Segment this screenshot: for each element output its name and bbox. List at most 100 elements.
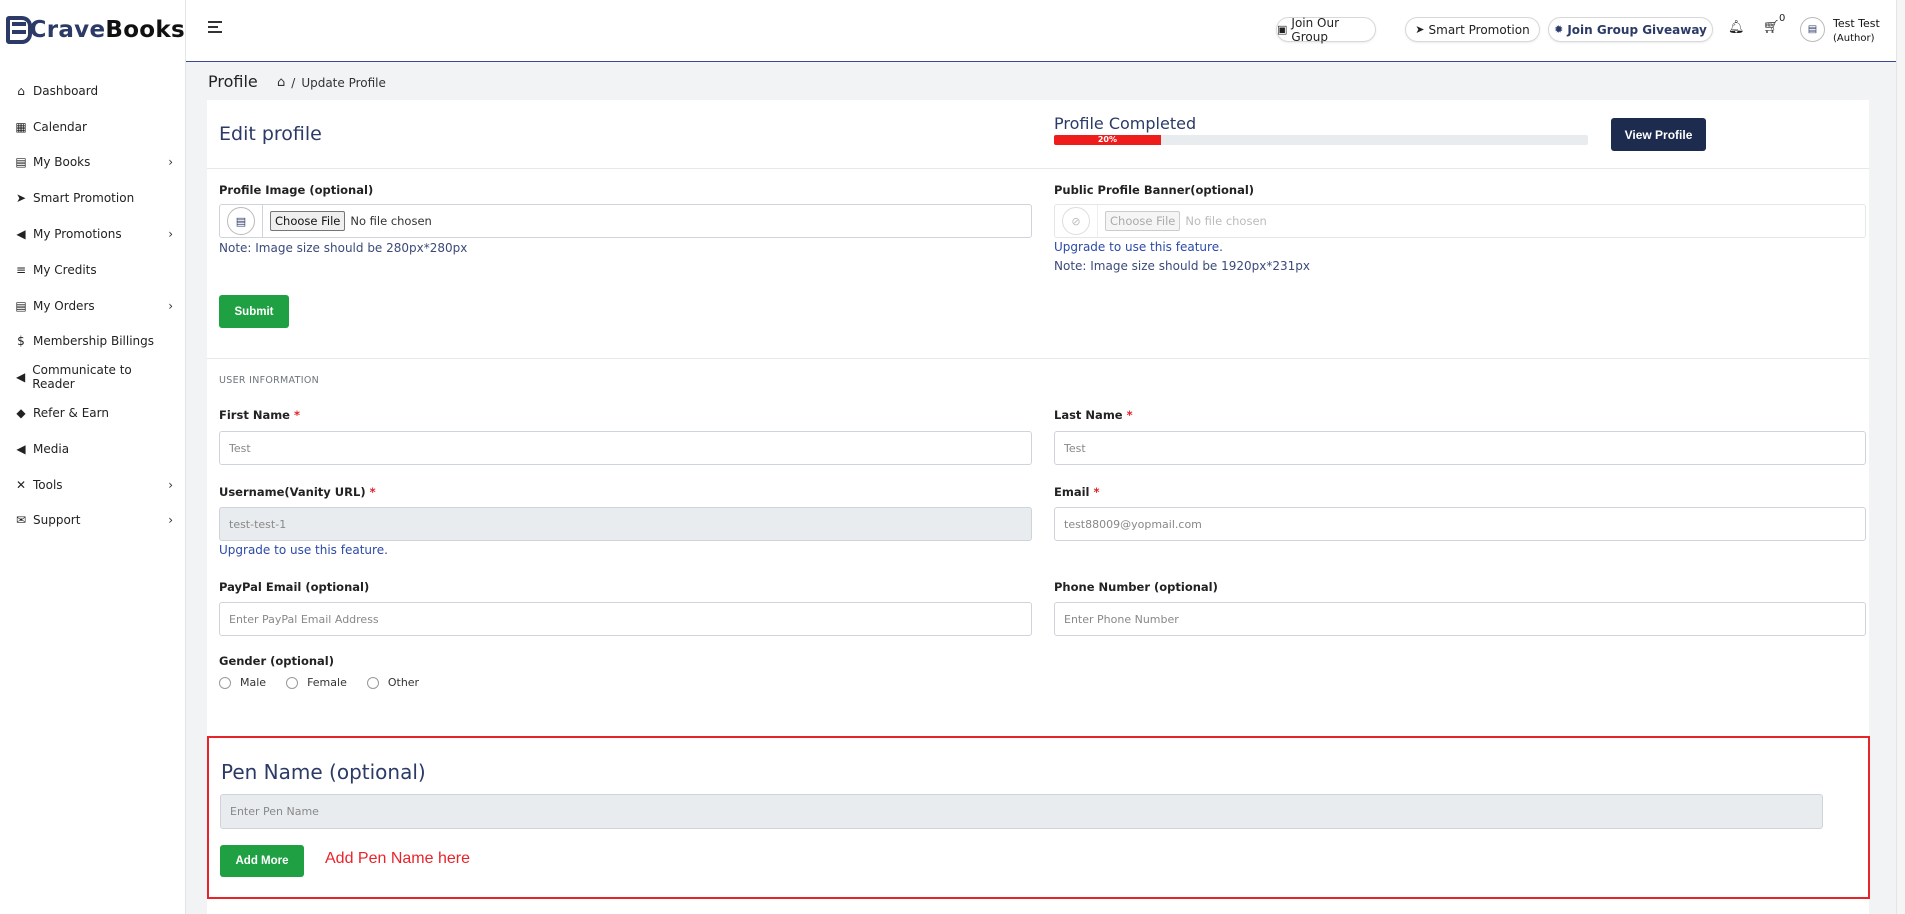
home-icon[interactable]: ⌂: [277, 75, 285, 90]
sidebar-item-tools[interactable]: ✕ Tools ›: [0, 467, 185, 503]
megaphone-icon: ◀: [16, 227, 26, 242]
profile-completed-title: Profile Completed: [1054, 114, 1197, 133]
pen-name-annotation: Add Pen Name here: [325, 850, 470, 867]
file-status: No file chosen: [350, 214, 432, 228]
banner-upload: ⊘ Choose File No file chosen: [1054, 204, 1866, 238]
sidebar-item-label: Tools: [33, 477, 63, 492]
email-label: Email *: [1054, 485, 1100, 499]
sidebar-item-support[interactable]: ✉ Support ›: [0, 503, 185, 539]
profile-image-note: Note: Image size should be 280px*280px: [219, 241, 468, 255]
radio-male[interactable]: [219, 676, 231, 689]
gender-male-option[interactable]: Male: [219, 676, 266, 689]
sidebar-nav: ⌂ Dashboard ▦ Calendar ▤ My Books › ➤ Smart Prom…: [0, 73, 185, 538]
chevron-right-icon: ›: [168, 513, 173, 528]
paper-plane-icon: ➤: [1415, 23, 1425, 36]
book-icon: ▤: [15, 155, 27, 170]
profile-image-label: Profile Image (optional): [219, 183, 374, 197]
cart-icon[interactable]: 🛒︎: [1763, 20, 1780, 35]
user-menu[interactable]: Test Test (Author): [1833, 16, 1880, 46]
profile-progress-fill: 20%: [1054, 135, 1161, 145]
sidebar-item-communicate-to-reader[interactable]: ◀ Communicate to Reader: [0, 359, 185, 395]
sidebar-item-label: My Credits: [33, 262, 97, 277]
choose-file-button[interactable]: Choose File: [270, 211, 346, 231]
sidebar-item-label: Smart Promotion: [33, 191, 135, 206]
banner-label: Public Profile Banner(optional): [1054, 183, 1255, 197]
first-name-input[interactable]: Test: [219, 431, 1032, 465]
gear-icon: ✹: [1554, 23, 1564, 36]
username-input: test-test-1: [219, 507, 1032, 541]
gender-other-option[interactable]: Other: [366, 676, 419, 689]
edit-profile-title: Edit profile: [219, 123, 322, 145]
view-profile-button[interactable]: View Profile: [1611, 118, 1706, 151]
calendar-icon: ▦: [15, 119, 27, 134]
sidebar-item-my-credits[interactable]: ≡ My Credits: [0, 252, 185, 288]
paper-plane-icon: ➤: [15, 191, 27, 206]
sidebar-item-dashboard[interactable]: ⌂ Dashboard: [0, 73, 185, 109]
phone-input[interactable]: Enter Phone Number: [1054, 602, 1866, 636]
tools-icon: ✕: [15, 477, 27, 492]
gender-radio-group: Male Female Other: [219, 676, 439, 689]
orders-icon: ▤: [15, 298, 27, 313]
sidebar-item-label: Dashboard: [33, 83, 99, 98]
sidebar-item-smart-promotion[interactable]: ➤ Smart Promotion: [0, 180, 185, 216]
sidebar-item-media[interactable]: ◀ Media: [0, 431, 185, 467]
sidebar-item-calendar[interactable]: ▦ Calendar: [0, 109, 185, 145]
giveaway-button[interactable]: ✹ Join Group Giveaway: [1548, 17, 1713, 42]
sidebar-item-my-orders[interactable]: ▤ My Orders ›: [0, 288, 185, 324]
coins-icon: ≡: [15, 262, 27, 277]
banner-choose-file-button: Choose File: [1105, 211, 1181, 231]
add-more-button[interactable]: Add More: [220, 845, 304, 877]
menu-toggle-icon[interactable]: [208, 21, 222, 33]
logo-icon: [4, 15, 32, 45]
email-input[interactable]: test88009@yopmail.com: [1054, 507, 1866, 541]
profile-progress-bar: 20%: [1054, 135, 1588, 145]
chevron-right-icon: ›: [168, 477, 173, 492]
bell-icon[interactable]: 🔔︎: [1728, 20, 1745, 35]
sidebar-item-refer-earn[interactable]: ◆ Refer & Earn: [0, 395, 185, 431]
submit-button[interactable]: Submit: [219, 295, 289, 328]
banner-upgrade-link[interactable]: Upgrade to use this feature.: [1054, 240, 1223, 254]
gender-female-option[interactable]: Female: [286, 676, 347, 689]
volume-icon: ◀: [16, 441, 26, 456]
last-name-input[interactable]: Test: [1054, 431, 1866, 465]
profile-image-upload[interactable]: ▤ Choose File No file chosen: [219, 204, 1032, 238]
sidebar-item-label: My Promotions: [33, 227, 122, 242]
avatar[interactable]: ▤: [1800, 17, 1825, 42]
store-icon: ⌂: [17, 83, 25, 98]
sidebar-item-label: My Books: [33, 155, 91, 170]
username-label: Username(Vanity URL) *: [219, 485, 376, 499]
chevron-right-icon: ›: [168, 227, 173, 242]
sidebar-item-label: Communicate to Reader: [32, 363, 132, 392]
join-group-button[interactable]: ▣ Join Our Group: [1276, 16, 1376, 44]
username-upgrade-link[interactable]: Upgrade to use this feature.: [219, 543, 388, 557]
last-name-label: Last Name *: [1054, 408, 1133, 422]
bullhorn-icon: ◀: [15, 370, 26, 385]
banner-note: Note: Image size should be 1920px*231px: [1054, 259, 1311, 273]
user-information-heading: USER INFORMATION: [219, 375, 320, 386]
chevron-right-icon: ›: [168, 298, 173, 313]
gem-icon: ◆: [16, 406, 26, 421]
pen-name-title: Pen Name (optional): [221, 760, 426, 784]
sidebar-item-membership-billings[interactable]: $ Membership Billings: [0, 324, 185, 360]
phone-label: Phone Number (optional): [1054, 580, 1218, 594]
chevron-right-icon: ›: [168, 155, 173, 170]
radio-female[interactable]: [286, 676, 299, 689]
sidebar-item-my-books[interactable]: ▤ My Books ›: [0, 145, 185, 181]
facebook-icon: ▣: [1277, 23, 1288, 36]
paypal-email-input[interactable]: Enter PayPal Email Address: [219, 602, 1032, 636]
sidebar-item-label: Refer & Earn: [33, 406, 109, 421]
brand-name: CraveBooks: [29, 17, 185, 43]
paypal-email-label: PayPal Email (optional): [219, 580, 370, 594]
pen-name-input[interactable]: Enter Pen Name: [220, 794, 1823, 829]
page-scrollbar[interactable]: [1896, 0, 1905, 914]
radio-other[interactable]: [366, 676, 379, 689]
sidebar-item-label: Support: [33, 513, 81, 528]
gender-label: Gender (optional): [219, 654, 335, 668]
sidebar-item-my-promotions[interactable]: ◀ My Promotions ›: [0, 216, 185, 252]
smart-promotion-button[interactable]: ➤ Smart Promotion: [1405, 17, 1540, 42]
breadcrumb-current: Update Profile: [301, 75, 386, 90]
sidebar: CraveBooks ⌂ Dashboard ▦ Calendar ▤ My Books ›…: [0, 0, 186, 914]
banner-placeholder-icon: ⊘: [1062, 207, 1090, 235]
brand-logo[interactable]: CraveBooks: [0, 0, 185, 60]
pen-name-section: Pen Name (optional) Enter Pen Name Add M…: [207, 736, 1870, 899]
